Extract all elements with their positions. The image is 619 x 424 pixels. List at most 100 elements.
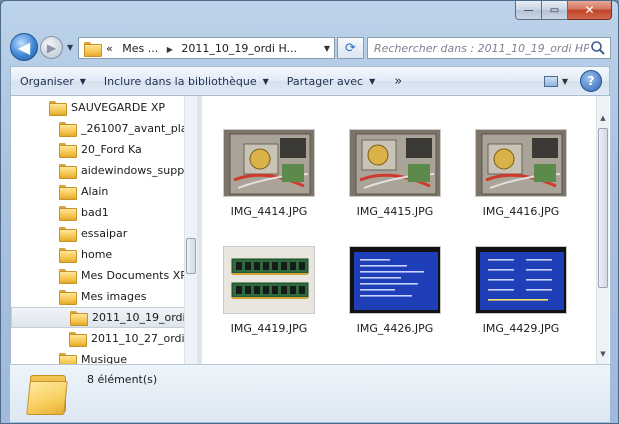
file-item[interactable]: IMG_4416.JPG [462,129,574,229]
file-item[interactable]: IMG_4414.JPG [210,129,322,229]
tree-item-label: home [81,248,113,261]
breadcrumb-overflow[interactable]: « [106,42,113,55]
navigation-pane-scrollbar[interactable] [184,96,197,364]
search-box[interactable]: Rechercher dans : 2011_10_19_ordi HP... [367,37,611,59]
organize-menu[interactable]: Organiser ▼ [11,66,95,96]
refresh-button[interactable]: ⟳ [337,37,364,59]
tree-item[interactable]: 20_Ford Ka [11,139,185,160]
image-thumbnail [349,129,441,197]
scrollbar-thumb[interactable] [186,238,196,274]
tree-item-label: Mes Documents XP [81,269,185,282]
image-thumbnail [349,246,441,314]
navigation-pane: SAUVEGARDE XP _261007_avant_play 20_Ford K… [10,96,197,364]
scrollbar-thumb[interactable] [598,128,608,288]
folder-icon [69,332,87,347]
folder-icon [59,185,77,200]
image-thumbnail [223,246,315,314]
details-pane: 8 élément(s) [10,364,610,422]
change-view-button[interactable]: ▼ [538,70,574,92]
tree-item-label: SAUVEGARDE XP [71,101,166,114]
tree-item[interactable]: Alain [11,181,185,202]
tree-item-label: 2011_10_19_ordi H [92,311,185,324]
folder-icon [26,371,68,415]
command-bar: Organiser ▼ Inclure dans la bibliothèque ▼… [10,66,610,96]
folder-icon [59,353,77,364]
image-thumbnail [223,129,315,197]
folder-icon [59,269,77,284]
file-item[interactable]: IMG_4419.JPG [210,246,322,346]
include-in-library-menu[interactable]: Inclure dans la bibliothèque ▼ [95,66,278,96]
tree-item[interactable]: SAUVEGARDE XP [11,97,185,118]
image-thumbnail [475,246,567,314]
share-with-menu[interactable]: Partager avec ▼ [278,66,384,96]
image-thumbnail [475,129,567,197]
chevron-down-icon: ▼ [323,43,331,53]
folder-icon [59,290,77,305]
include-label: Inclure dans la bibliothèque [103,74,257,88]
maximize-button[interactable]: ▭ [542,1,568,20]
tree-item-label: 20_Ford Ka [81,143,142,156]
view-icon [543,75,558,87]
tree-item[interactable]: 2011_10_19_ordi H [11,307,185,328]
close-icon: ✕ [584,3,595,17]
chevron-down-icon: ▼ [561,76,569,86]
caption-buttons: — ▭ ✕ [515,1,612,21]
file-list: IMG_4414.JPG IMG_4415.JPG IMG_4416.JPG I… [202,96,610,364]
tree-item[interactable]: 2011_10_27_ordi H [11,328,185,349]
close-button[interactable]: ✕ [568,1,612,20]
command-bar-right: ▼ ? [538,70,609,92]
address-bar[interactable]: « Mes ... ▶ 2011_10_19_ordi H... ▼ [78,37,335,59]
minimize-button[interactable]: — [515,1,542,20]
tree-item[interactable]: bad1 [11,202,185,223]
chevron-down-icon: ▼ [369,76,376,86]
file-item[interactable]: IMG_4429.JPG [462,246,574,346]
tree-item[interactable]: Musique [11,349,185,364]
more-commands-button[interactable]: » [384,74,412,89]
back-button[interactable]: ◀ [10,33,38,61]
file-list-scrollbar[interactable]: ▲ ▼ [596,96,609,364]
folder-icon [59,248,77,263]
search-input[interactable]: Rechercher dans : 2011_10_19_ordi HP... [374,42,589,55]
tree-item-label: 2011_10_27_ordi H [91,332,185,345]
file-name: IMG_4419.JPG [230,322,308,335]
tree-item[interactable]: Mes Documents XP [11,265,185,286]
folder-front [26,381,68,415]
folder-icon [70,311,88,326]
folder-icon [49,101,67,116]
tree-item[interactable]: home [11,244,185,265]
tree-item[interactable]: essaipar [11,223,185,244]
file-name: IMG_4414.JPG [230,205,308,218]
file-name: IMG_4426.JPG [356,322,434,335]
arrow-left-icon: ◀ [17,37,31,57]
file-name: IMG_4415.JPG [356,205,434,218]
arrow-right-icon: ▶ [46,40,57,55]
breadcrumb-item[interactable]: 2011_10_19_ordi H... [181,42,297,55]
help-button[interactable]: ? [580,70,602,92]
scroll-down-arrow[interactable]: ▼ [597,348,609,361]
share-label: Partager avec [286,74,364,88]
minimize-icon: — [523,4,534,16]
tree-item-label: bad1 [81,206,109,219]
tree-item[interactable]: aidewindows_suppr [11,160,185,181]
folder-icon [84,41,102,57]
file-item[interactable]: IMG_4426.JPG [336,246,448,346]
forward-button[interactable]: ▶ [40,36,63,59]
file-name: IMG_4429.JPG [482,322,560,335]
scroll-up-arrow[interactable]: ▲ [597,112,609,125]
recent-pages-button[interactable]: ▼ [67,43,73,52]
maximize-icon: ▭ [549,4,560,16]
search-icon[interactable] [589,39,607,57]
file-name: IMG_4416.JPG [482,205,560,218]
explorer-window: — ▭ ✕ ◀ ▶ ▼ « Mes ... ▶ 2011_10_19_ordi … [0,0,619,424]
tree-item-label: aidewindows_suppr [81,164,185,177]
address-dropdown-button[interactable]: ▼ [320,44,334,53]
tree-item[interactable]: Mes images [11,286,185,307]
breadcrumb-item[interactable]: Mes ... [122,42,158,55]
tree-item-label: Musique [81,353,127,364]
chevron-down-icon: ▼ [262,76,269,86]
file-item[interactable]: IMG_4415.JPG [336,129,448,229]
tree-item-label: essaipar [81,227,128,240]
folder-icon [59,206,77,221]
breadcrumb-separator[interactable]: ▶ [167,45,173,54]
tree-item[interactable]: _261007_avant_play [11,118,185,139]
